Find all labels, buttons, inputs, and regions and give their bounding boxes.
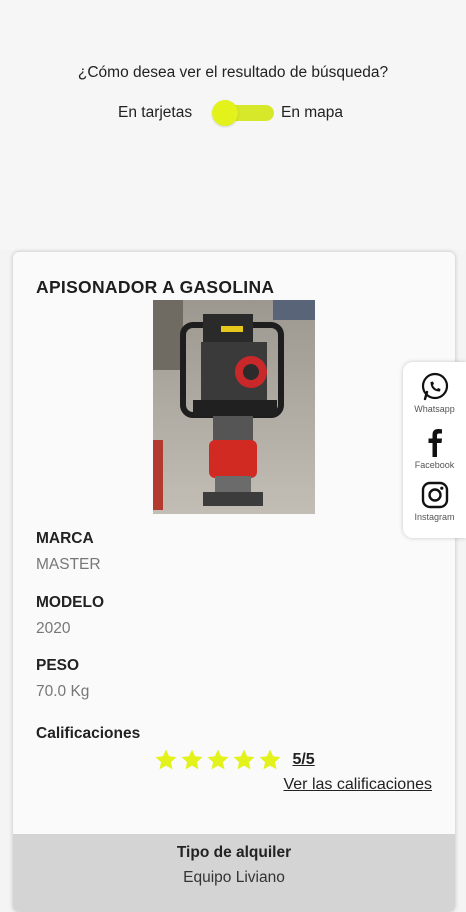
product-image	[153, 300, 315, 514]
facebook-button[interactable]: Facebook	[403, 426, 466, 470]
view-mode-question: ¿Cómo desea ver el resultado de búsqueda…	[77, 64, 389, 81]
view-ratings-link[interactable]: Ver las calificaciones	[283, 776, 432, 794]
star-icon	[155, 749, 177, 770]
weight-value: 70.0 Kg	[36, 683, 90, 700]
star-icon	[259, 749, 281, 770]
star-icon	[233, 749, 255, 770]
facebook-label: Facebook	[414, 460, 455, 470]
model-value: 2020	[36, 620, 71, 637]
product-title: APISONADOR A GASOLINA	[36, 277, 275, 297]
social-share-panel: Whatsapp Facebook Instagram	[403, 362, 466, 538]
instagram-label: Instagram	[414, 512, 455, 522]
view-mode-switch[interactable]	[212, 100, 274, 126]
rating-stars-row: 5/5	[154, 748, 315, 774]
map-view-label[interactable]: En mapa	[281, 104, 343, 122]
whatsapp-icon	[421, 372, 448, 401]
rating-stars	[154, 749, 284, 770]
rental-type-value: Equipo Liviano	[183, 869, 285, 886]
rental-type-label: Tipo de alquiler	[176, 844, 292, 861]
brand-value: MASTER	[36, 556, 101, 573]
whatsapp-label: Whatsapp	[414, 404, 455, 414]
brand-label: MARCA	[36, 530, 94, 547]
model-label: MODELO	[36, 594, 105, 611]
view-mode-header: ¿Cómo desea ver el resultado de búsqueda…	[0, 0, 466, 250]
ratings-label: Calificaciones	[36, 725, 141, 742]
instagram-icon	[421, 481, 448, 509]
star-icon	[207, 749, 229, 770]
weight-label: PESO	[36, 657, 80, 674]
facebook-icon	[428, 429, 442, 457]
product-card[interactable]: APISONADOR A GASOLINA MARCA MASTER MODEL…	[13, 252, 455, 912]
whatsapp-button[interactable]: Whatsapp	[403, 372, 466, 414]
cards-view-label[interactable]: En tarjetas	[118, 104, 192, 122]
star-icon	[181, 749, 203, 770]
instagram-button[interactable]: Instagram	[403, 480, 466, 522]
view-mode-toggle-row: En tarjetas En mapa	[0, 100, 466, 126]
rental-type-footer: Tipo de alquiler Equipo Liviano	[13, 834, 455, 912]
switch-thumb[interactable]	[212, 100, 238, 126]
rating-score[interactable]: 5/5	[292, 751, 314, 769]
